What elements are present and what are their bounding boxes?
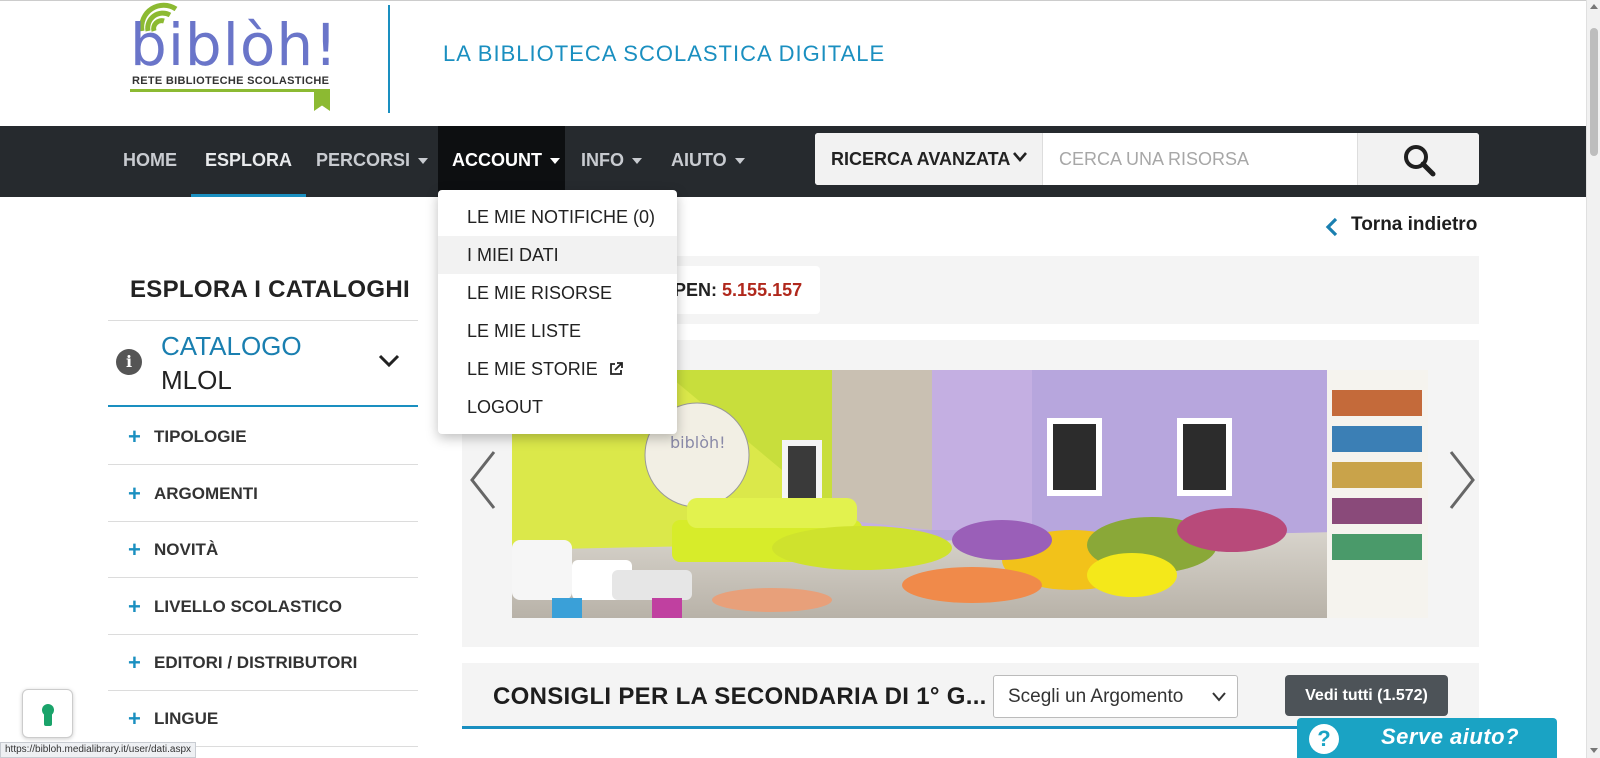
sidebar-item-livello-scolastico[interactable]: + LIVELLO SCOLASTICO <box>108 579 418 635</box>
advanced-search-label: RICERCA AVANZATA <box>831 149 1011 169</box>
menu-item-mie-storie[interactable]: LE MIE STORIE <box>438 350 677 388</box>
plus-icon: + <box>128 481 141 506</box>
nav-percorsi[interactable]: PERCORSI <box>302 126 442 197</box>
search-input[interactable] <box>1043 133 1357 185</box>
search-box: RICERCA AVANZATA <box>815 133 1479 185</box>
site-header: biblòh! RETE BIBLIOTECHE SCOLASTICHE LA … <box>0 0 1586 126</box>
topic-select-value: Scegli un Argomento <box>1008 686 1184 707</box>
status-bar-url: https://bibloh.medialibrary.it/user/dati… <box>0 742 197 758</box>
scroll-up-arrow-icon[interactable] <box>1590 4 1598 9</box>
back-link-label: Torna indietro <box>1351 214 1478 235</box>
photo-sign-text: biblòh! <box>670 433 726 452</box>
sidebar-item-label: ARGOMENTI <box>154 484 258 503</box>
sidebar-item-label: LIVELLO SCOLASTICO <box>154 597 342 616</box>
plus-icon: + <box>128 537 141 562</box>
nav-account-label: ACCOUNT <box>452 150 542 170</box>
menu-item-mie-storie-label: LE MIE STORIE <box>467 359 598 379</box>
sidebar-item-argomenti[interactable]: + ARGOMENTI <box>108 466 418 522</box>
header-divider <box>388 5 390 113</box>
nav-aiuto[interactable]: AIUTO <box>657 126 759 197</box>
logo-tagline: RETE BIBLIOTECHE SCOLASTICHE <box>132 75 330 87</box>
bookshelf <box>1332 390 1422 560</box>
site-title: LA BIBLIOTECA SCOLASTICA DIGITALE <box>443 41 886 66</box>
external-link-icon <box>609 361 623 375</box>
logo-underline <box>130 89 328 92</box>
advanced-search-dropdown[interactable]: RICERCA AVANZATA <box>815 133 1043 185</box>
help-widget-label: Serve aiuto? <box>1381 724 1520 749</box>
open-count-chip: PEN: 5.155.157 <box>662 266 820 314</box>
question-icon: ? <box>1309 724 1339 754</box>
search-icon <box>1404 145 1436 177</box>
chevron-left-icon <box>1325 217 1338 237</box>
plus-icon: + <box>128 650 141 675</box>
consigli-title: CONSIGLI PER LA SECONDARIA DI 1° G... <box>493 683 987 710</box>
nav-aiuto-label: AIUTO <box>671 150 727 170</box>
nav-info[interactable]: INFO <box>567 126 656 197</box>
catalog-selector[interactable]: i CATALOGO MLOL <box>108 321 418 407</box>
menu-item-mie-risorse[interactable]: LE MIE RISORSE <box>438 274 677 312</box>
accessibility-button[interactable] <box>22 689 73 738</box>
chevron-down-icon <box>1013 152 1027 162</box>
nav-account[interactable]: ACCOUNT <box>438 126 565 197</box>
open-count-label: PEN: <box>674 280 718 300</box>
caret-down-icon <box>734 158 745 165</box>
nav-home[interactable]: HOME <box>109 126 191 197</box>
scroll-down-arrow-icon[interactable] <box>1590 748 1598 753</box>
info-icon[interactable]: i <box>116 349 142 375</box>
nav-percorsi-label: PERCORSI <box>316 150 411 170</box>
logo-wordmark: biblòh! <box>130 11 339 79</box>
site-logo[interactable]: biblòh! RETE BIBLIOTECHE SCOLASTICHE <box>128 1 338 113</box>
sidebar-item-label: EDITORI / DISTRIBUTORI <box>154 653 358 672</box>
back-link[interactable]: Torna indietro <box>1325 214 1478 237</box>
plus-icon: + <box>128 424 141 449</box>
chevron-down-icon <box>1212 692 1226 702</box>
account-dropdown-menu: LE MIE NOTIFICHE (0) I MIEI DATI LE MIE … <box>438 190 677 434</box>
help-chat-widget[interactable]: ? Serve aiuto? <box>1297 718 1557 758</box>
menu-item-mie-liste[interactable]: LE MIE LISTE <box>438 312 677 350</box>
carousel-prev-icon[interactable] <box>468 450 498 510</box>
scroll-thumb[interactable] <box>1590 28 1598 156</box>
nav-esplora[interactable]: ESPLORA <box>191 126 307 197</box>
chevron-down-icon <box>378 354 400 368</box>
plus-icon: + <box>128 594 141 619</box>
menu-item-logout[interactable]: LOGOUT <box>438 388 677 426</box>
caret-down-icon <box>418 158 429 165</box>
menu-item-miei-dati[interactable]: I MIEI DATI <box>438 236 677 274</box>
menu-item-notifiche[interactable]: LE MIE NOTIFICHE (0) <box>438 198 677 236</box>
caret-down-icon <box>550 158 560 165</box>
sidebar-item-lingue[interactable]: + LINGUE <box>108 691 418 747</box>
catalog-value: MLOL <box>161 365 232 395</box>
sidebar-item-label: NOVITÀ <box>154 540 219 559</box>
sidebar-item-novita[interactable]: + NOVITÀ <box>108 522 418 578</box>
search-button[interactable] <box>1357 133 1479 185</box>
sidebar-item-label: LINGUE <box>154 709 219 728</box>
caret-down-icon <box>632 158 642 165</box>
page-scrollbar[interactable] <box>1586 0 1600 758</box>
page-root: biblòh! RETE BIBLIOTECHE SCOLASTICHE LA … <box>0 0 1600 758</box>
sidebar-item-label: TIPOLOGIE <box>154 427 247 446</box>
plus-icon: + <box>128 706 141 731</box>
open-count-value: 5.155.157 <box>722 280 803 300</box>
logo-bookmark-icon <box>314 89 330 111</box>
catalog-label: CATALOGO <box>161 331 302 361</box>
sidebar-title: ESPLORA I CATALOGHI <box>130 276 410 303</box>
keyhole-icon <box>42 704 54 726</box>
sidebar-item-tipologie[interactable]: + TIPOLOGIE <box>108 409 418 465</box>
topic-select[interactable]: Scegli un Argomento <box>993 675 1238 718</box>
carousel-next-icon[interactable] <box>1447 450 1477 510</box>
nav-info-label: INFO <box>581 150 624 170</box>
sidebar-item-editori[interactable]: + EDITORI / DISTRIBUTORI <box>108 635 418 691</box>
view-all-button[interactable]: Vedi tutti (1.572) <box>1285 675 1448 716</box>
